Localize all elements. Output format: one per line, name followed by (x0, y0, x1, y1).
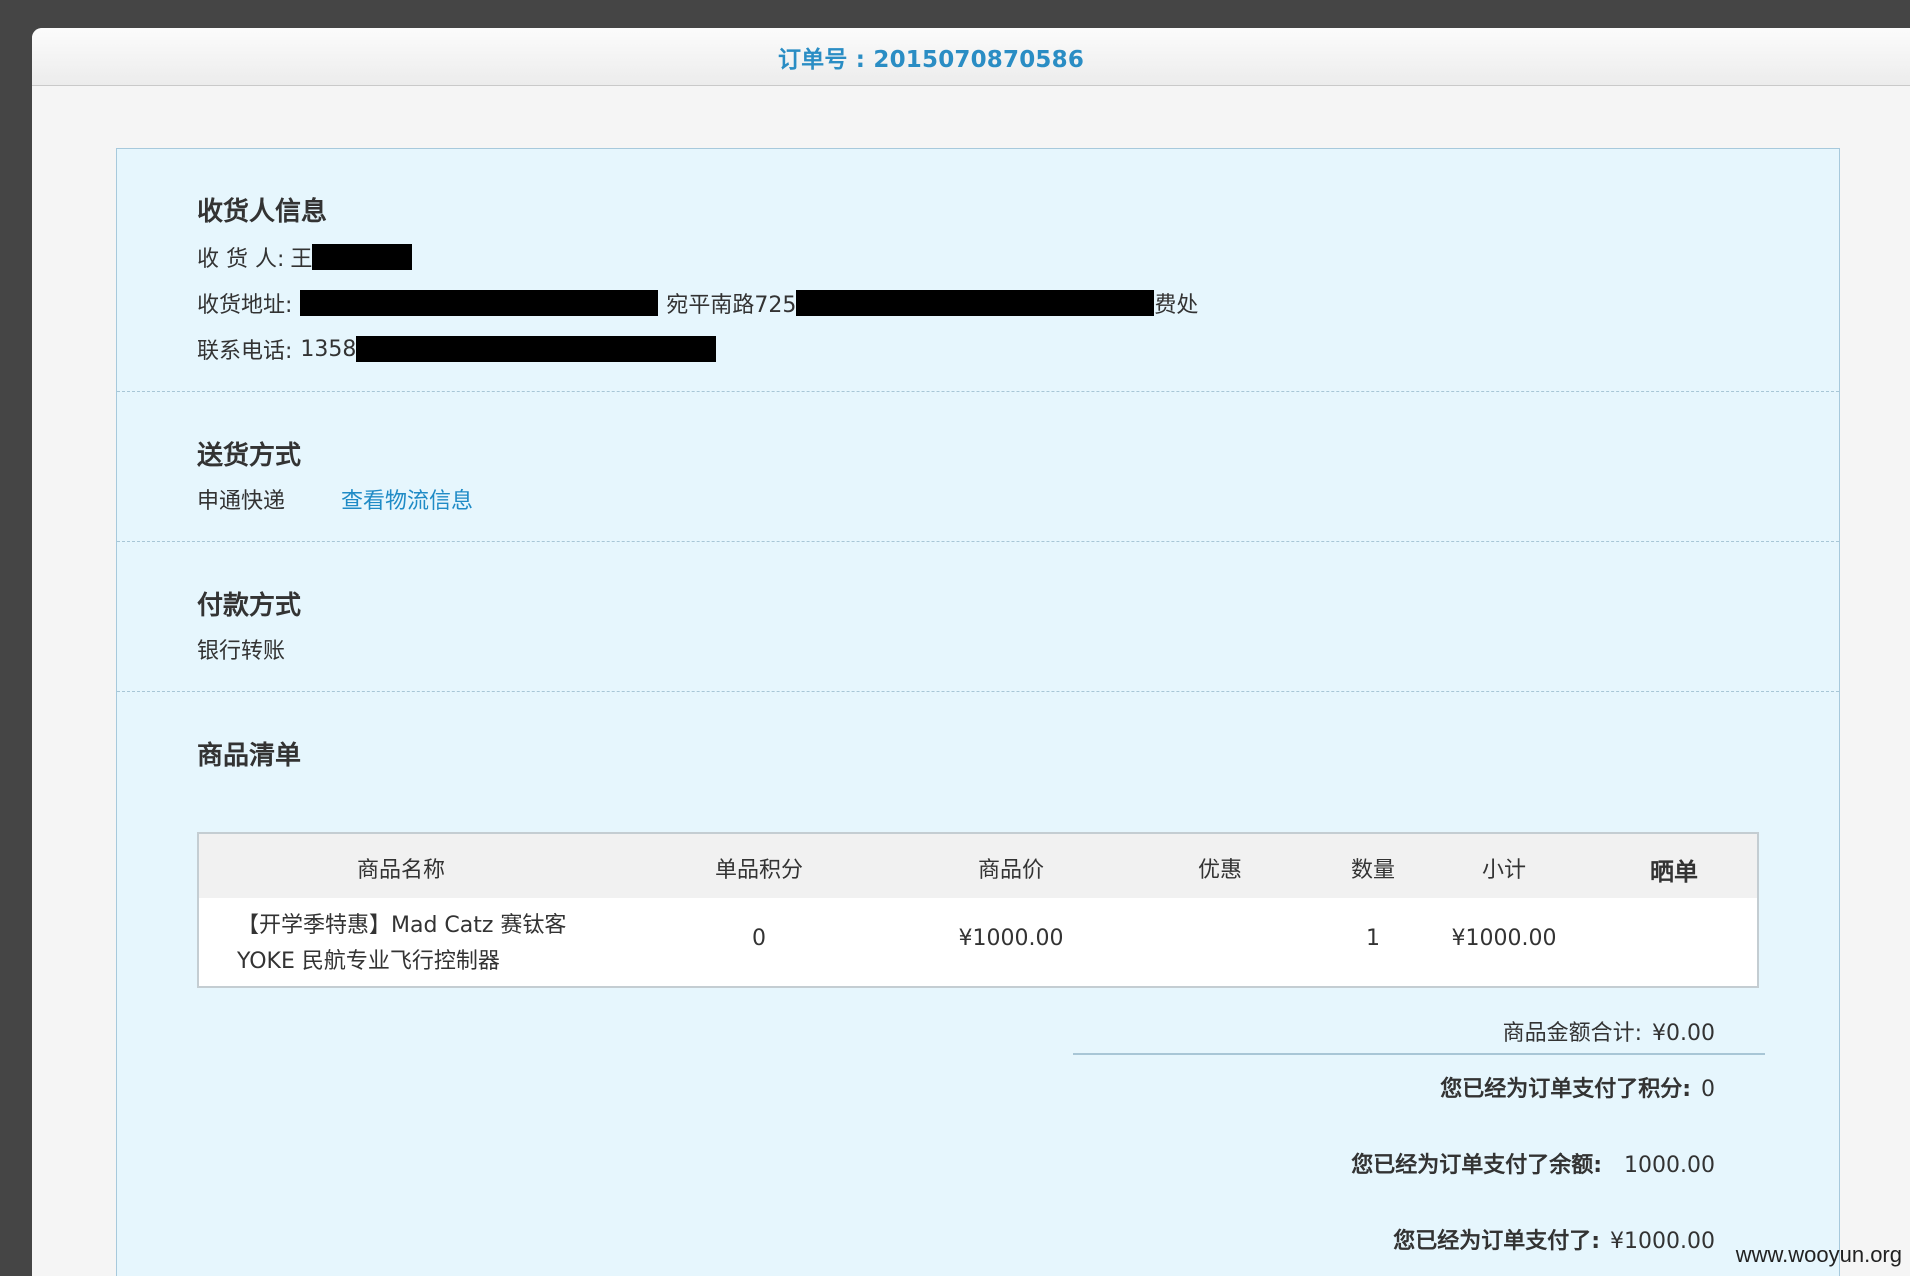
consignee-address-mid: 宛平南路725 (666, 293, 797, 318)
product-name-link[interactable]: 【开学季特惠】Mad Catz 赛钛客 YOKE 民航专业飞行控制器 (237, 908, 587, 980)
browser-window: 订单号 : 2015070870586 收货人信息 收 货 人: 王 收货地址:… (32, 28, 1910, 1276)
total-amount-label: 商品金额合计: (1502, 1021, 1643, 1046)
column-header-review: 晒单 (1650, 858, 1698, 886)
total-amount-row: 商品金额合计: ¥0.00 (1503, 1015, 1715, 1047)
paid-total-label: 您已经为订单支付了: (1393, 1229, 1601, 1254)
paid-total-value: ¥1000.00 (1610, 1229, 1715, 1254)
paid-points-value: 0 (1701, 1077, 1715, 1102)
consignee-address-row: 收货地址: 宛平南路725 费处 (197, 287, 1198, 319)
order-detail-panel: 收货人信息 收 货 人: 王 收货地址: 宛平南路725 费处 联系电话: 13… (116, 148, 1840, 1276)
column-header-points: 单品积分 (714, 858, 804, 883)
column-header-price: 商品价 (977, 858, 1045, 883)
summary-divider (1073, 1053, 1765, 1055)
product-points: 0 (752, 926, 766, 951)
products-section-title: 商品清单 (197, 741, 302, 771)
table-row: 【开学季特惠】Mad Catz 赛钛客 YOKE 民航专业飞行控制器 0 ¥10… (199, 898, 1757, 986)
product-table: 商品名称 单品积分 商品价 优惠 数量 小计 晒单 【开学季特惠】Mad Cat… (197, 832, 1759, 988)
title-bar: 订单号 : 2015070870586 (32, 28, 1910, 86)
column-header-name: 商品名称 (356, 858, 446, 883)
redacted-name (312, 244, 413, 270)
consignee-name-row: 收 货 人: 王 (197, 241, 413, 273)
section-divider (117, 691, 1839, 692)
payment-method: 银行转账 (197, 639, 286, 664)
section-divider (117, 391, 1839, 392)
paid-total-row: 您已经为订单支付了: ¥1000.00 (1393, 1223, 1715, 1255)
total-amount-value: ¥0.00 (1652, 1021, 1715, 1046)
paid-balance-row: 您已经为订单支付了余额: 1000.00 (1351, 1147, 1715, 1179)
consignee-name-label: 收 货 人: (197, 247, 285, 272)
consignee-address-label: 收货地址: (197, 293, 293, 318)
product-subtotal: ¥1000.00 (1451, 926, 1557, 951)
paid-points-row: 您已经为订单支付了积分: 0 (1440, 1071, 1715, 1103)
product-quantity: 1 (1366, 926, 1380, 951)
consignee-section-title: 收货人信息 (197, 197, 328, 227)
redacted-phone (356, 336, 717, 362)
paid-balance-label: 您已经为订单支付了余额: (1351, 1153, 1603, 1178)
consignee-phone-label: 联系电话: (197, 339, 293, 364)
shipping-section-title: 送货方式 (197, 441, 302, 471)
paid-balance-value: 1000.00 (1624, 1153, 1715, 1178)
redacted-address-part1 (300, 290, 659, 316)
consignee-name-prefix: 王 (290, 247, 313, 272)
shipping-method: 申通快递 (197, 489, 286, 514)
watermark: www.wooyun.org (1735, 1242, 1902, 1267)
section-divider (117, 541, 1839, 542)
shipping-row: 申通快递 查看物流信息 (197, 483, 473, 515)
column-header-quantity: 数量 (1350, 858, 1396, 883)
consignee-phone-row: 联系电话: 1358 (197, 333, 717, 365)
consignee-address-tail: 费处 (1154, 293, 1199, 318)
product-table-header: 商品名称 单品积分 商品价 优惠 数量 小计 晒单 (199, 834, 1757, 898)
paid-points-label: 您已经为订单支付了积分: (1440, 1077, 1691, 1102)
view-logistics-link[interactable]: 查看物流信息 (341, 483, 473, 515)
consignee-phone-prefix: 1358 (300, 336, 357, 362)
product-price: ¥1000.00 (958, 926, 1064, 951)
column-header-discount: 优惠 (1197, 858, 1243, 883)
order-number-title: 订单号 : 2015070870586 (777, 46, 1085, 73)
column-header-subtotal: 小计 (1481, 858, 1527, 883)
payment-section-title: 付款方式 (197, 591, 302, 621)
payment-row: 银行转账 (197, 633, 285, 665)
redacted-address-part2 (796, 290, 1155, 316)
